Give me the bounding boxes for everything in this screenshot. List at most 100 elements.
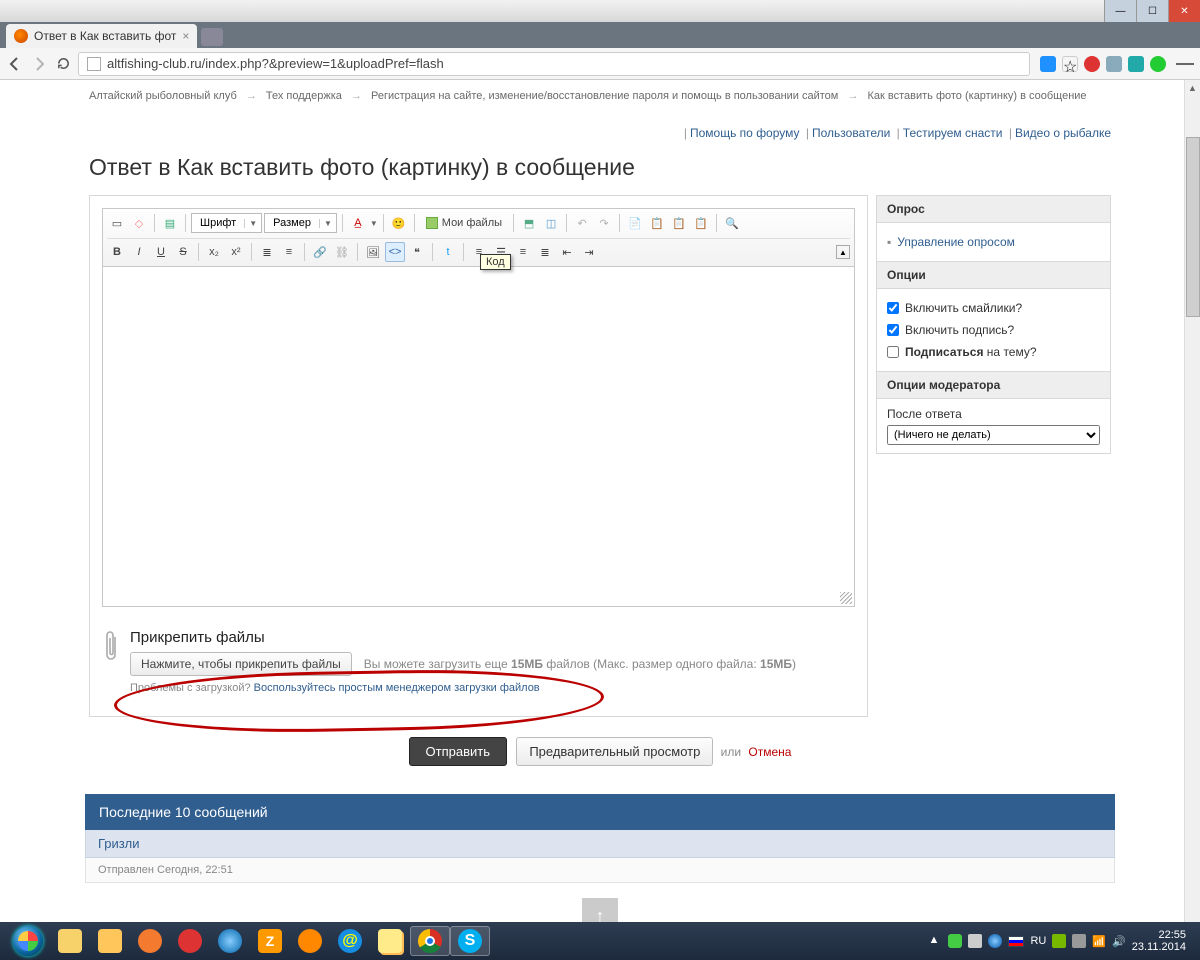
tray-icon[interactable] bbox=[988, 934, 1002, 948]
reload-button[interactable] bbox=[54, 55, 72, 73]
cancel-link[interactable]: Отмена bbox=[748, 745, 791, 759]
enable-signature-checkbox[interactable] bbox=[887, 324, 899, 336]
extension-adblock-icon[interactable] bbox=[1084, 56, 1100, 72]
bold-icon[interactable]: B bbox=[107, 242, 127, 262]
scroll-up-icon[interactable]: ▲ bbox=[1185, 80, 1200, 96]
taskbar-item-chrome[interactable] bbox=[410, 926, 450, 956]
tray-icon[interactable] bbox=[948, 934, 962, 948]
emoji-icon[interactable]: 🙂 bbox=[389, 213, 409, 233]
post-author-link[interactable]: Гризли bbox=[85, 830, 1115, 858]
link-icon[interactable]: 🔗 bbox=[310, 242, 330, 262]
text-color-icon[interactable]: A̲ bbox=[348, 213, 368, 233]
unlink-icon[interactable]: ⛓ bbox=[332, 242, 352, 262]
undo-icon[interactable]: ↶ bbox=[572, 213, 592, 233]
window-minimize-button[interactable]: — bbox=[1104, 0, 1136, 22]
preview-button[interactable]: Предварительный просмотр bbox=[516, 737, 713, 766]
indent-icon[interactable]: ⇥ bbox=[579, 242, 599, 262]
back-button[interactable] bbox=[6, 55, 24, 73]
superscript-icon[interactable]: x² bbox=[226, 242, 246, 262]
taskbar-item-explorer[interactable] bbox=[50, 926, 90, 956]
eraser-icon[interactable]: ◇ bbox=[129, 213, 149, 233]
taskbar-item-mailru[interactable]: @ bbox=[330, 926, 370, 956]
extension-icon[interactable] bbox=[1128, 56, 1144, 72]
paste-word-icon[interactable]: 📋 bbox=[691, 213, 711, 233]
resize-handle-icon[interactable] bbox=[840, 592, 852, 604]
code-icon[interactable]: <> bbox=[385, 242, 405, 262]
browser-tab-active[interactable]: Ответ в Как вставить фот × bbox=[6, 24, 197, 48]
taskbar-item-skype[interactable]: S bbox=[450, 926, 490, 956]
tray-volume-icon[interactable]: 🔊 bbox=[1112, 935, 1126, 948]
nav-link-video[interactable]: Видео о рыбалке bbox=[1015, 126, 1111, 140]
taskbar-item-folder[interactable] bbox=[90, 926, 130, 956]
browser-menu-button[interactable] bbox=[1176, 55, 1194, 73]
link-icon[interactable]: ⬒ bbox=[519, 213, 539, 233]
image-icon[interactable]: 🖼 bbox=[363, 242, 383, 262]
ol-list-icon[interactable]: ≡ bbox=[279, 242, 299, 262]
editor-textarea[interactable] bbox=[102, 267, 855, 607]
extension-icon[interactable] bbox=[1040, 56, 1056, 72]
underline-icon[interactable]: U bbox=[151, 242, 171, 262]
start-button[interactable] bbox=[6, 922, 50, 960]
remove-format-icon[interactable]: ▭ bbox=[107, 213, 127, 233]
breadcrumb-link[interactable]: Алтайский рыболовный клуб bbox=[89, 90, 237, 102]
toggle-side-icon[interactable]: ▤ bbox=[160, 213, 180, 233]
window-close-button[interactable]: ✕ bbox=[1168, 0, 1200, 22]
taskbar-item-earth[interactable] bbox=[210, 926, 250, 956]
size-select[interactable]: Размер▼ bbox=[264, 213, 337, 233]
new-tab-button[interactable] bbox=[201, 28, 223, 46]
copy-icon[interactable]: 📄 bbox=[625, 213, 645, 233]
quote-icon[interactable]: ❝ bbox=[407, 242, 427, 262]
taskbar-item-media[interactable] bbox=[130, 926, 170, 956]
tray-show-hidden-icon[interactable]: ▲ bbox=[928, 934, 942, 948]
tray-icon[interactable] bbox=[968, 934, 982, 948]
taskbar-item-notes[interactable] bbox=[370, 926, 410, 956]
font-select[interactable]: Шрифт▼ bbox=[191, 213, 262, 233]
myfiles-button[interactable]: Мои файлы bbox=[420, 213, 508, 233]
breadcrumb-link[interactable]: Тех поддержка bbox=[266, 90, 342, 102]
twitter-icon[interactable]: t bbox=[438, 242, 458, 262]
window-maximize-button[interactable]: ☐ bbox=[1136, 0, 1168, 22]
extension-icon[interactable] bbox=[1150, 56, 1166, 72]
redo-icon[interactable]: ↷ bbox=[594, 213, 614, 233]
paste-icon[interactable]: 📋 bbox=[647, 213, 667, 233]
bookmark-star-icon[interactable]: ☆ bbox=[1062, 56, 1078, 72]
basic-uploader-link[interactable]: Воспользуйтесь простым менеджером загруз… bbox=[254, 682, 540, 694]
nav-link-users[interactable]: Пользователи bbox=[812, 126, 890, 140]
enable-smilies-checkbox[interactable] bbox=[887, 302, 899, 314]
nav-link-testing[interactable]: Тестируем снасти bbox=[903, 126, 1003, 140]
subscribe-checkbox[interactable] bbox=[887, 346, 899, 358]
italic-icon[interactable]: I bbox=[129, 242, 149, 262]
ul-list-icon[interactable]: ≣ bbox=[257, 242, 277, 262]
manage-poll-link[interactable]: Управление опросом bbox=[897, 235, 1015, 249]
find-icon[interactable]: 🔍 bbox=[722, 213, 742, 233]
outdent-icon[interactable]: ⇤ bbox=[557, 242, 577, 262]
extension-icon[interactable] bbox=[1106, 56, 1122, 72]
nav-link-help[interactable]: Помощь по форуму bbox=[690, 126, 800, 140]
align-justify-icon[interactable]: ≣ bbox=[535, 242, 555, 262]
color-dropdown-icon[interactable]: ▼ bbox=[370, 219, 378, 228]
address-bar[interactable]: altfishing-club.ru/index.php?&preview=1&… bbox=[78, 52, 1030, 76]
tray-flag-icon[interactable] bbox=[1008, 936, 1024, 947]
scrollbar-thumb[interactable] bbox=[1186, 137, 1200, 317]
tray-nvidia-icon[interactable] bbox=[1052, 934, 1066, 948]
strike-icon[interactable]: S bbox=[173, 242, 193, 262]
media-icon[interactable]: ◫ bbox=[541, 213, 561, 233]
paste-plain-icon[interactable]: 📋 bbox=[669, 213, 689, 233]
subscript-icon[interactable]: x₂ bbox=[204, 242, 224, 262]
tray-clock[interactable]: 22:55 23.11.2014 bbox=[1132, 929, 1186, 953]
align-right-icon[interactable]: ≡ bbox=[513, 242, 533, 262]
tray-icon[interactable] bbox=[1072, 934, 1086, 948]
collapse-toolbar-icon[interactable]: ▲ bbox=[836, 245, 850, 259]
after-reply-select[interactable]: (Ничего не делать) bbox=[887, 425, 1100, 445]
taskbar-item-zona[interactable]: Z bbox=[250, 926, 290, 956]
submit-button[interactable]: Отправить bbox=[409, 737, 507, 766]
tray-network-icon[interactable]: 📶 bbox=[1092, 935, 1106, 948]
tab-close-icon[interactable]: × bbox=[182, 29, 189, 43]
breadcrumb-link[interactable]: Регистрация на сайте, изменение/восстано… bbox=[371, 90, 838, 102]
vertical-scrollbar[interactable]: ▲ ▼ bbox=[1184, 80, 1200, 960]
attach-files-button[interactable]: Нажмите, чтобы прикрепить файлы bbox=[130, 652, 352, 676]
forward-button[interactable] bbox=[30, 55, 48, 73]
tray-language[interactable]: RU bbox=[1030, 935, 1046, 947]
taskbar-item-chat[interactable] bbox=[170, 926, 210, 956]
taskbar-item-avast[interactable] bbox=[290, 926, 330, 956]
